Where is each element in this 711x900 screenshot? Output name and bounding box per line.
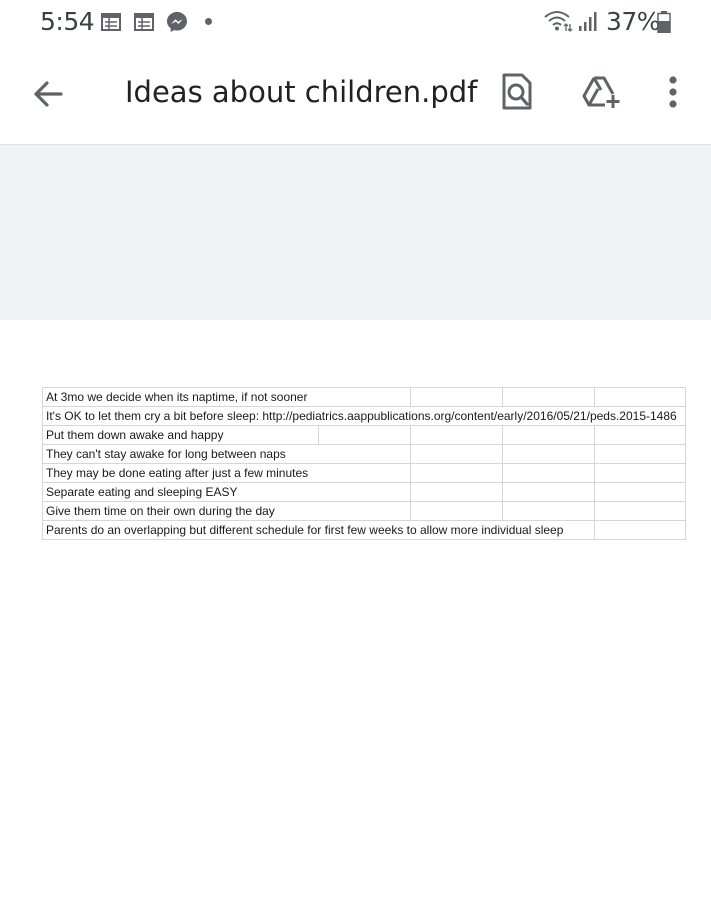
battery-percent: 37% — [606, 7, 661, 36]
calendar-icon — [133, 11, 155, 38]
page-gap — [0, 145, 711, 320]
wifi-icon — [543, 9, 573, 38]
add-to-drive-icon — [581, 75, 621, 114]
status-time: 5:54 — [40, 7, 95, 36]
table-cell: At 3mo we decide when its naptime, if no… — [41, 387, 411, 407]
find-in-page-icon — [500, 73, 534, 116]
find-in-page-button[interactable] — [494, 70, 540, 118]
table-cell — [594, 444, 687, 464]
table-row: They can't stay awake for long between n… — [41, 444, 687, 464]
table-cell — [410, 444, 504, 464]
table-cell — [594, 463, 687, 483]
add-to-drive-button[interactable] — [576, 70, 626, 118]
table-row: Give them time on their own during the d… — [41, 501, 687, 521]
table-cell — [317, 425, 412, 445]
table-row: They may be done eating after just a few… — [41, 463, 687, 483]
table-row: Parents do an overlapping but different … — [41, 520, 687, 540]
calendar-icon — [100, 11, 122, 38]
table-row: It's OK to let them cry a bit before sle… — [41, 406, 687, 426]
app-bar: Ideas about children.pdf — [0, 44, 711, 145]
table-cell — [594, 387, 687, 407]
table-cell — [502, 482, 596, 502]
table-cell — [502, 425, 596, 445]
document-title: Ideas about children.pdf — [125, 75, 478, 109]
table-cell — [410, 425, 504, 445]
table-cell — [502, 444, 596, 464]
messenger-icon — [165, 10, 189, 39]
table-row: At 3mo we decide when its naptime, if no… — [41, 387, 687, 407]
table-cell: It's OK to let them cry a bit before sle… — [41, 406, 687, 426]
table-cell — [410, 482, 504, 502]
more-options-button[interactable] — [652, 70, 694, 118]
table-cell: Give them time on their own during the d… — [41, 501, 412, 521]
battery-icon — [657, 11, 671, 38]
notification-dot — [205, 18, 212, 25]
back-button[interactable] — [24, 72, 72, 120]
arrow-back-icon — [32, 78, 64, 115]
table-row: Separate eating and sleeping EASY — [41, 482, 687, 502]
table-cell: Separate eating and sleeping EASY — [41, 482, 412, 502]
more-vert-icon — [668, 75, 678, 113]
table-cell: Put them down awake and happy — [42, 425, 319, 445]
table-cell — [410, 501, 504, 521]
table-cell — [594, 482, 687, 502]
table-cell — [594, 520, 687, 540]
table-cell: They can't stay awake for long between n… — [41, 444, 412, 464]
signal-icon — [577, 11, 599, 38]
table-cell: Parents do an overlapping but different … — [41, 520, 596, 540]
table-row: Put them down awake and happy — [42, 425, 687, 445]
table-cell — [594, 425, 687, 445]
table-cell — [410, 387, 504, 407]
spreadsheet-grid: At 3mo we decide when its naptime, if no… — [41, 387, 687, 540]
table-cell: They may be done eating after just a few… — [41, 463, 412, 483]
table-cell — [502, 387, 596, 407]
status-bar: 5:54 37% — [0, 0, 711, 44]
table-cell — [502, 501, 596, 521]
pdf-page[interactable]: At 3mo we decide when its naptime, if no… — [0, 320, 711, 900]
table-cell — [410, 463, 504, 483]
table-cell — [594, 501, 687, 521]
table-cell — [502, 463, 596, 483]
